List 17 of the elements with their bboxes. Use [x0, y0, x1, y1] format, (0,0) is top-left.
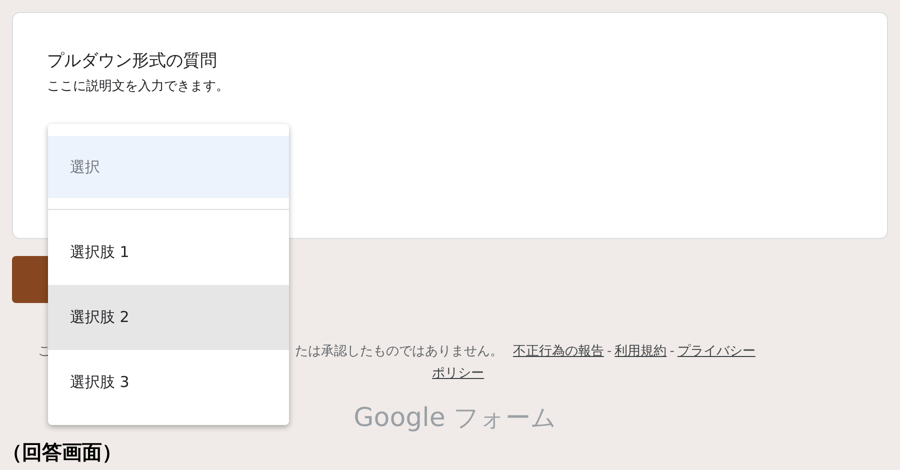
caption: （回答画面）	[2, 439, 122, 466]
separator: -	[607, 343, 612, 361]
dropdown-placeholder[interactable]: 選択	[48, 136, 289, 198]
google-logo: Google	[354, 402, 446, 435]
footer-link[interactable]: 不正行為の報告	[513, 341, 604, 363]
footer-link[interactable]: 利用規約	[614, 341, 667, 363]
separator: -	[670, 343, 674, 361]
question-title: プルダウン形式の質問	[47, 50, 218, 73]
footer-text: たは承認したものではありません。	[295, 343, 503, 361]
dropdown-option[interactable]: 選択肢 2	[48, 285, 289, 350]
question-description: ここに説明文を入力できます。	[47, 78, 230, 96]
footer-link[interactable]: ポリシー	[432, 363, 484, 385]
footer-text: こ	[38, 343, 51, 361]
dropdown-option[interactable]: 選択肢 1	[48, 220, 289, 285]
dropdown-option[interactable]: 選択肢 3	[48, 350, 289, 415]
product-name: フォーム	[453, 402, 556, 434]
footer-link[interactable]: プライバシー	[677, 341, 756, 363]
